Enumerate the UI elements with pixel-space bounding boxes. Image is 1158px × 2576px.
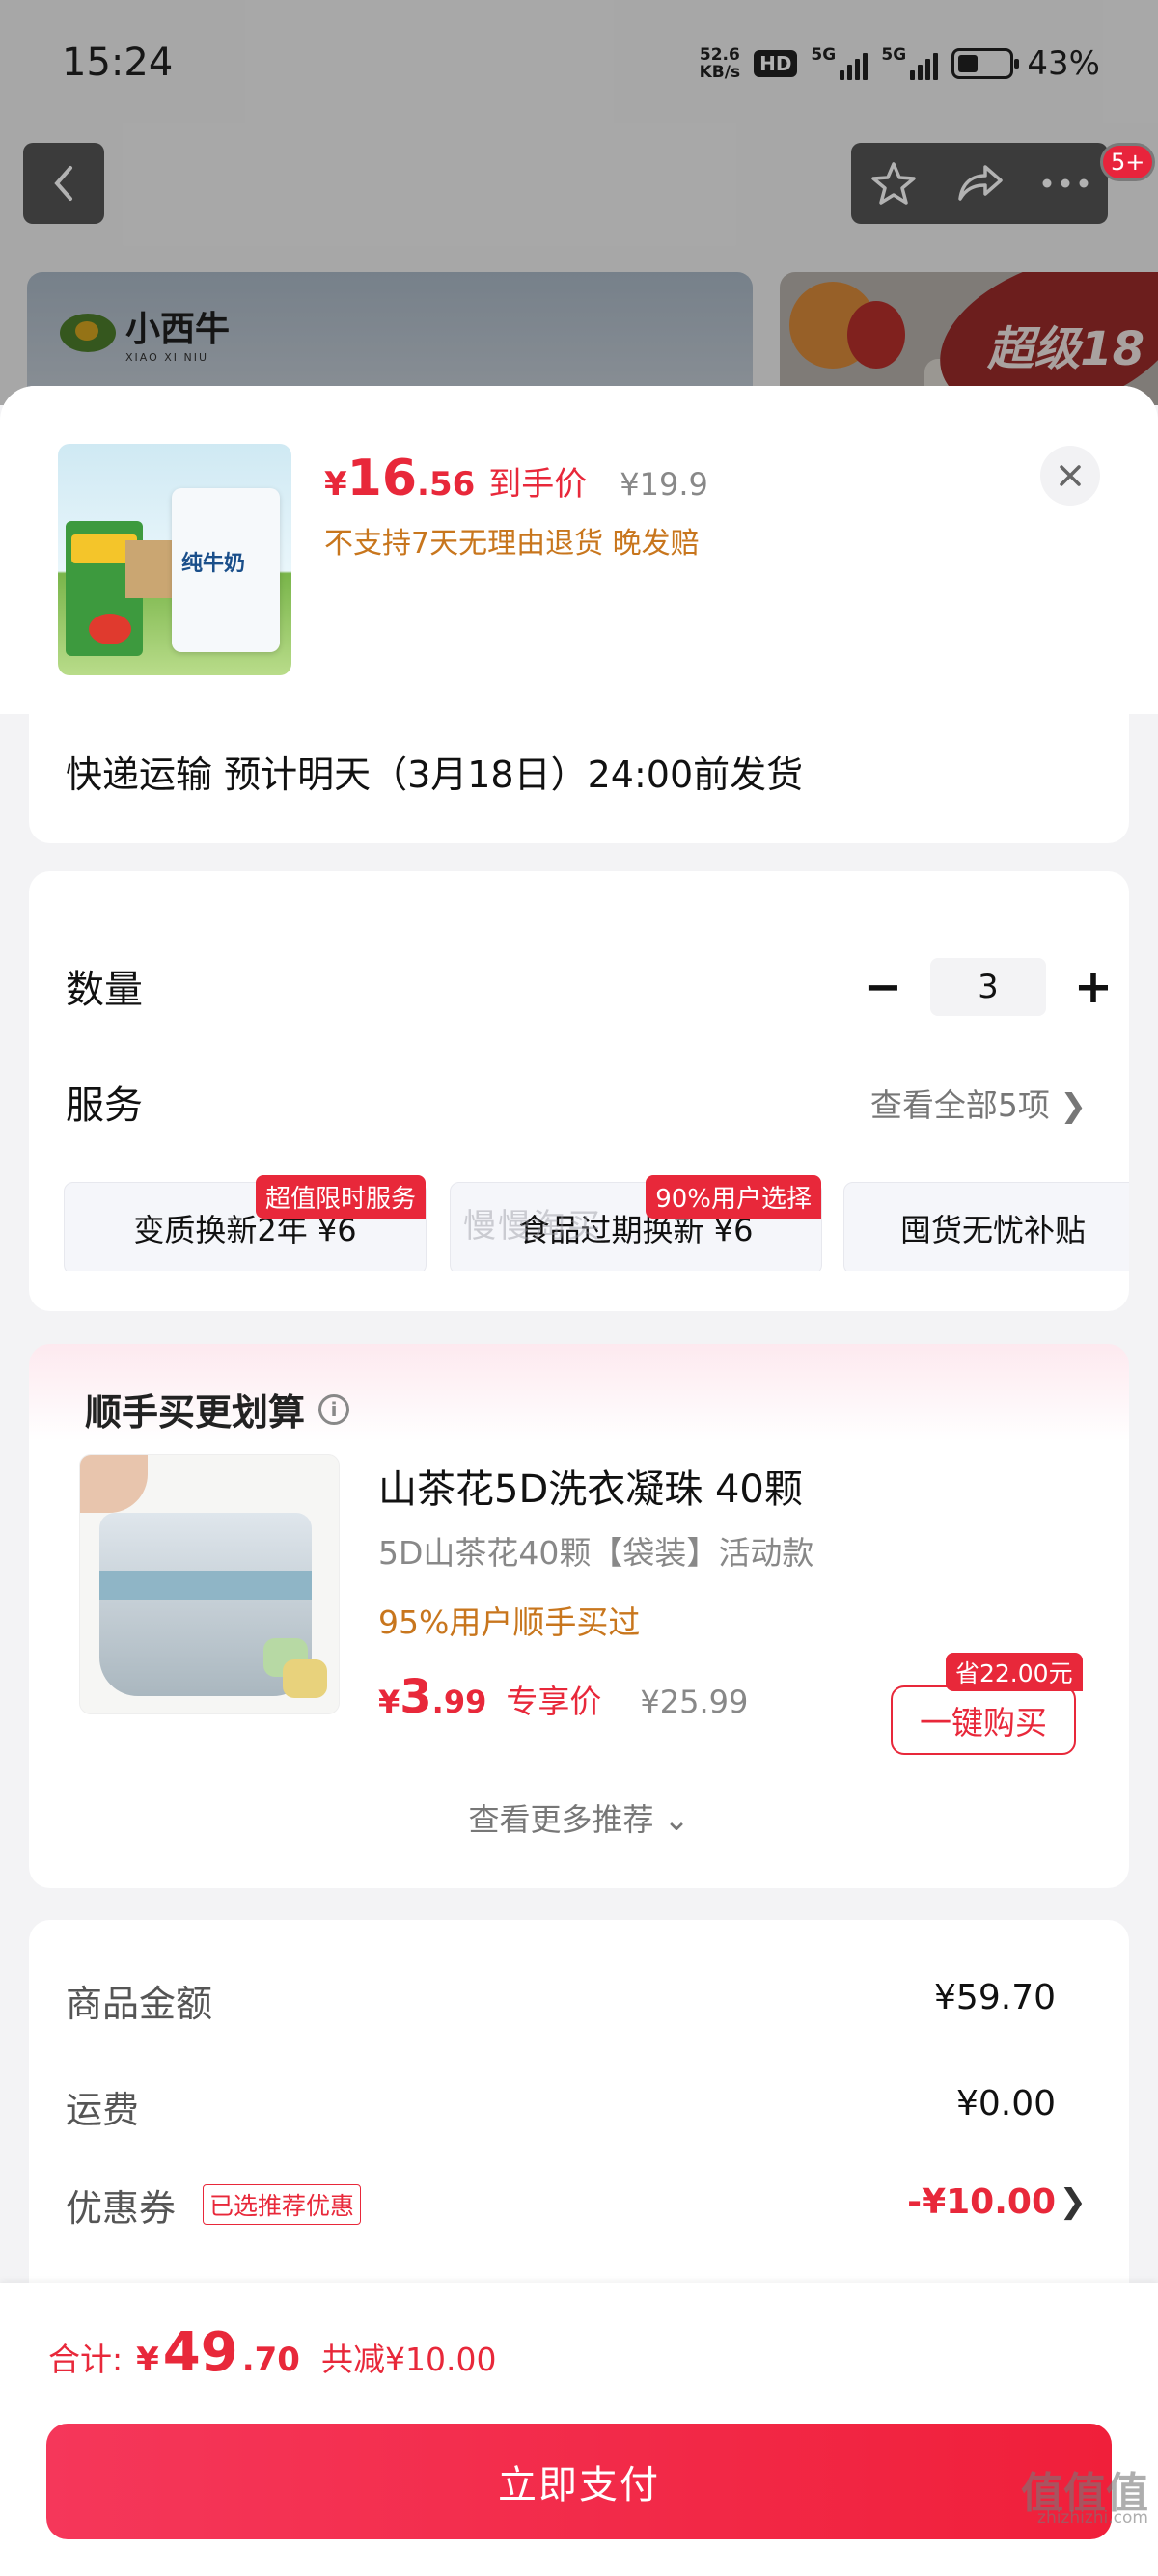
addon-recommendation-card: 顺手买更划算 i 山茶花5D洗衣凝珠 40颗 5D山茶花40颗【袋装】活动款 9… [29, 1344, 1129, 1888]
product-thumbnail: 纯牛奶 [58, 444, 291, 675]
service-chip-badge: 超值限时服务 [255, 1175, 426, 1219]
coupon-tag: 已选推荐优惠 [203, 2184, 362, 2225]
chevron-right-icon[interactable]: ❯ [1060, 2182, 1088, 2221]
addon-price: ¥3.99 专享价 ¥25.99 [378, 1670, 749, 1724]
addon-original-price: ¥25.99 [640, 1684, 749, 1720]
corner-watermark-url: zhizhizhi.com [1037, 2508, 1148, 2528]
shipping-card: 快递运输 预计明天（3月18日）24:00前发货 [29, 714, 1129, 843]
service-chip[interactable]: 变质换新2年 ¥6 超值限时服务 [64, 1175, 427, 1271]
one-click-buy-button[interactable]: 一键购买 [891, 1685, 1076, 1755]
service-label: 服务 [66, 1083, 143, 1128]
dim-overlay[interactable] [0, 0, 1158, 405]
price-summary-card: 商品金额 ¥59.70 运费 ¥0.00 优惠券 已选推荐优惠 -¥10.00 … [29, 1920, 1129, 2325]
goods-amount-label: 商品金额 [66, 1983, 213, 2025]
return-policy-note: 不支持7天无理由退货 晚发赔 [324, 527, 700, 561]
freight-value: ¥0.00 [955, 2084, 1056, 2124]
service-chip-badge: 90%用户选择 [646, 1175, 821, 1219]
close-icon [1060, 465, 1081, 486]
thumbnail-label: 纯牛奶 [181, 552, 246, 576]
goods-amount-value: ¥59.70 [934, 1978, 1056, 2017]
quantity-label: 数量 [66, 968, 143, 1012]
total-savings: 共减¥10.00 [320, 2341, 497, 2378]
shipping-estimate: 快递运输 预计明天（3月18日）24:00前发货 [66, 754, 804, 796]
addon-purchase-stat: 95%用户顺手买过 [378, 1603, 641, 1641]
quantity-service-card: 数量 − 3 + 服务 查看全部5项 ❯ 变质换新2年 ¥6 超值限时服务 食品… [29, 871, 1129, 1311]
decrement-button[interactable]: − [859, 960, 907, 1014]
product-summary: 纯牛奶 ¥16.56 到手价 ¥19.9 不支持7天无理由退货 晚发赔 [0, 386, 1158, 714]
quantity-input[interactable]: 3 [930, 958, 1046, 1016]
original-price: ¥19.9 [620, 466, 708, 503]
savings-badge: 省22.00元 [946, 1653, 1083, 1691]
addon-product-image[interactable] [79, 1454, 340, 1714]
freight-label: 运费 [66, 2089, 140, 2131]
product-price: ¥16.56 到手价 ¥19.9 [324, 450, 708, 507]
checkout-footer: 合计: ¥49.70 共减¥10.00 立即支付 [0, 2283, 1158, 2576]
service-chip[interactable]: 囤货无忧补贴 [843, 1182, 1129, 1271]
service-chips: 变质换新2年 ¥6 超值限时服务 食品过期换新 ¥6 90%用户选择 囤货无忧补… [64, 1174, 1129, 1271]
background-page: 小西牛 XIAO XI NIU 超级18 15:24 52.6 KB/s HD … [0, 0, 1158, 405]
addon-price-tag: 专享价 [506, 1683, 602, 1720]
pay-now-button[interactable]: 立即支付 [46, 2424, 1112, 2539]
addon-product-name[interactable]: 山茶花5D洗衣凝珠 40颗 [378, 1458, 803, 1514]
quantity-stepper: − 3 + [859, 958, 1117, 1016]
more-recommendations-link[interactable]: 查看更多推荐 ⌄ [29, 1795, 1129, 1840]
increment-button[interactable]: + [1069, 960, 1117, 1014]
addon-product-variant: 5D山茶花40颗【袋装】活动款 [378, 1534, 814, 1572]
message-count-badge: 5+ [1100, 143, 1156, 181]
info-icon[interactable]: i [318, 1393, 350, 1425]
checkout-sheet: 纯牛奶 ¥16.56 到手价 ¥19.9 不支持7天无理由退货 晚发赔 快递运输… [0, 386, 1158, 2576]
service-chip[interactable]: 食品过期换新 ¥6 90%用户选择 [450, 1175, 822, 1271]
order-total: 合计: ¥49.70 共减¥10.00 [48, 2321, 497, 2384]
close-button[interactable] [1040, 446, 1100, 506]
addon-title: 顺手买更划算 i [85, 1383, 350, 1436]
coupon-value[interactable]: -¥10.00 [907, 2182, 1056, 2222]
view-all-services-link[interactable]: 查看全部5项 ❯ [870, 1080, 1087, 1126]
price-tag: 到手价 [488, 465, 588, 504]
coupon-label: 优惠券 [66, 2187, 177, 2230]
